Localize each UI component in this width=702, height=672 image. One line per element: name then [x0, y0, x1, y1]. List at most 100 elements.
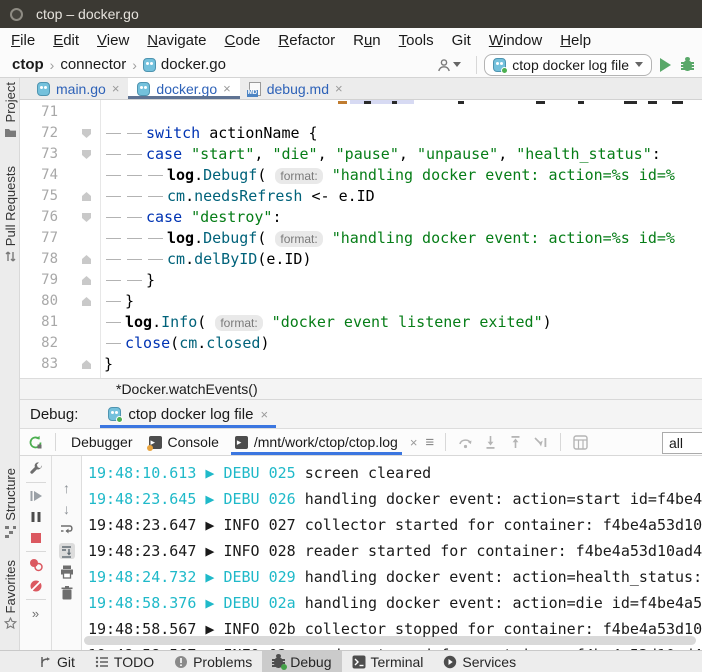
layout-grid-icon[interactable] [573, 435, 588, 450]
breadcrumb-item[interactable]: ctop [12, 56, 44, 73]
resume-icon[interactable] [28, 488, 44, 504]
tab-ctop-log[interactable]: /mnt/work/ctop/ctop.log [227, 429, 406, 455]
go-file-icon [37, 82, 50, 96]
tab-console[interactable]: Console [141, 429, 227, 455]
tab-whitespace [104, 207, 125, 228]
code-line: } [104, 354, 702, 375]
code-line: cm.needsRefresh <- e.ID [104, 186, 702, 207]
breadcrumb-item[interactable]: docker.go [161, 56, 226, 73]
statusbar-item-todo[interactable]: TODO [85, 651, 164, 672]
chevron-down-icon [453, 62, 461, 67]
breadcrumb: ctop›connector›docker.go [12, 56, 437, 73]
debug-panel-header: Debug: ctop docker log file × [20, 400, 702, 428]
menu-item-git[interactable]: Git [443, 32, 480, 49]
code-line: cm.delByID(e.ID) [104, 249, 702, 270]
tab-debug-md[interactable]: MD debug.md × [240, 78, 352, 99]
menu-item-tools[interactable]: Tools [390, 32, 443, 49]
parameter-hint: format: [275, 231, 322, 247]
sidebar-item-project[interactable]: Project [0, 82, 20, 139]
wrench-icon[interactable] [28, 461, 44, 477]
todo-list-icon [95, 655, 109, 669]
avatar-icon [437, 58, 451, 72]
mute-breakpoints-icon[interactable] [28, 578, 44, 594]
log-level-filter-select[interactable]: all [662, 432, 702, 454]
close-icon[interactable]: × [260, 407, 268, 422]
scroll-to-end-icon[interactable] [59, 543, 75, 559]
soft-wrap-icon[interactable] [59, 522, 75, 538]
breadcrumb-item[interactable]: connector [60, 56, 126, 73]
fold-marker-icon[interactable] [82, 276, 91, 285]
statusbar-item-git[interactable]: Git [28, 651, 85, 672]
function-breadcrumb-bar[interactable]: *Docker.watchEvents() [20, 378, 702, 400]
tab-whitespace [104, 270, 125, 291]
fold-marker-icon[interactable] [82, 192, 91, 201]
step-out-icon[interactable] [508, 435, 523, 450]
menu-item-view[interactable]: View [88, 32, 138, 49]
tab-whitespace [104, 165, 125, 186]
up-arrow-icon[interactable]: ↑ [59, 480, 75, 496]
code-with-me-button[interactable] [437, 58, 461, 72]
log-prefix: 19:48:24.732 ▶ DEBU 029 [88, 568, 305, 586]
stop-icon[interactable] [28, 530, 44, 546]
menu-item-edit[interactable]: Edit [44, 32, 88, 49]
fold-marker-icon[interactable] [82, 255, 91, 264]
menu-item-file[interactable]: File [2, 32, 44, 49]
log-line: 19:48:24.732 ▶ DEBU 029 handling docker … [88, 564, 702, 590]
menu-item-navigate[interactable]: Navigate [138, 32, 215, 49]
log-line: 19:48:58.567 ▶ INFO 02b collector stoppe… [88, 616, 702, 642]
window-button[interactable] [10, 8, 23, 21]
menu-item-window[interactable]: Window [480, 32, 551, 49]
close-icon[interactable]: × [112, 81, 120, 96]
editor-surface[interactable]: 7172737475767778798081828384 switch acti… [20, 100, 702, 378]
pull-requests-icon [4, 250, 17, 263]
fold-marker-icon[interactable] [82, 129, 91, 138]
log-prefix: 19:48:58.376 ▶ DEBU 02a [88, 594, 305, 612]
sidebar-item-pull-requests[interactable]: Pull Requests [0, 166, 20, 263]
print-icon[interactable] [59, 564, 75, 580]
parameter-hint: format: [275, 168, 322, 184]
menu-item-code[interactable]: Code [216, 32, 270, 49]
menu-item-help[interactable]: Help [551, 32, 600, 49]
tab-whitespace [125, 123, 146, 144]
statusbar-item-terminal[interactable]: Terminal [342, 651, 434, 672]
code-line: log.Info( format: "docker event listener… [104, 312, 702, 333]
window-title: ctop – docker.go [36, 6, 139, 22]
sidebar-item-favorites[interactable]: Favorites [0, 560, 20, 630]
statusbar-item-problems[interactable]: Problems [164, 651, 262, 672]
statusbar-item-services[interactable]: Services [433, 651, 526, 672]
fold-marker-icon[interactable] [82, 213, 91, 222]
tab-debugger[interactable]: Debugger [63, 429, 141, 455]
menu-item-refactor[interactable]: Refactor [269, 32, 344, 49]
sidebar-item-structure[interactable]: Structure [0, 468, 20, 538]
pause-icon[interactable] [28, 509, 44, 525]
fold-marker-icon[interactable] [82, 297, 91, 306]
close-icon[interactable]: × [410, 435, 418, 450]
fold-marker-icon[interactable] [82, 150, 91, 159]
step-into-icon[interactable] [483, 435, 498, 450]
tab-main-go[interactable]: main.go × [28, 78, 128, 99]
debug-session-tab[interactable]: ctop docker log file × [100, 400, 276, 428]
tab-whitespace [125, 186, 146, 207]
debug-button[interactable] [681, 57, 694, 72]
more-actions-icon[interactable]: » [28, 605, 44, 621]
run-button[interactable] [660, 58, 671, 72]
layout-menu-icon[interactable]: ≡ [425, 434, 434, 451]
run-configuration-select[interactable]: ctop docker log file [484, 54, 652, 76]
run-to-cursor-icon[interactable] [533, 435, 548, 450]
console-output[interactable]: 19:48:10.613 ▶ DEBU 025 screen cleared19… [82, 456, 702, 650]
step-over-icon[interactable] [458, 435, 473, 450]
terminal-icon [352, 655, 366, 669]
gutter-line: 74 [20, 165, 100, 186]
tab-whitespace [104, 186, 125, 207]
down-arrow-icon[interactable]: ↓ [59, 501, 75, 517]
line-number: 73 [28, 144, 58, 165]
close-icon[interactable]: × [335, 81, 343, 96]
view-breakpoints-icon[interactable] [28, 557, 44, 573]
close-icon[interactable]: × [223, 81, 231, 96]
menu-item-run[interactable]: Run [344, 32, 390, 49]
rerun-icon[interactable] [28, 435, 43, 450]
trash-icon[interactable] [59, 585, 75, 601]
fold-marker-icon[interactable] [82, 360, 91, 369]
tab-docker-go[interactable]: docker.go × [128, 78, 239, 99]
statusbar-item-debug[interactable]: Debug [262, 651, 341, 672]
